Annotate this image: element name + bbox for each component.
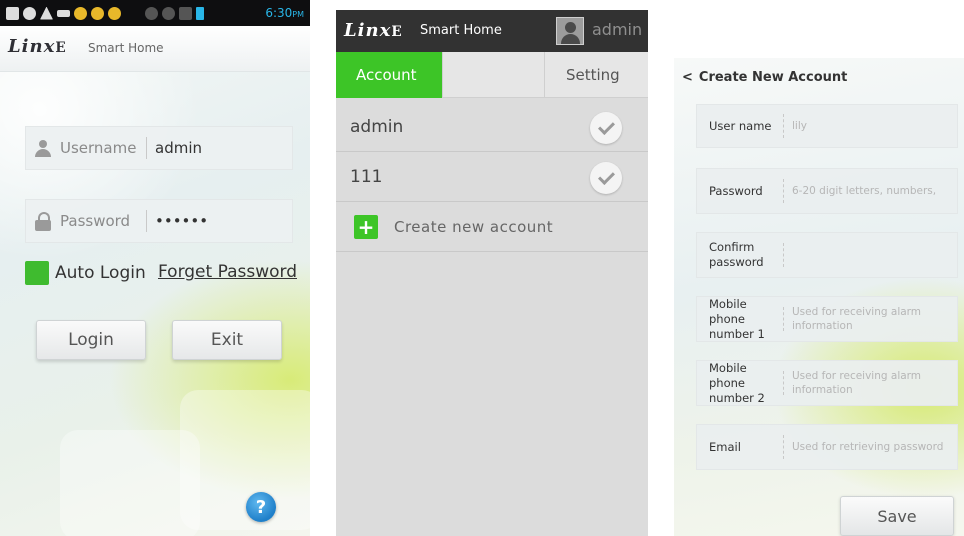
linx-logo: LinxE: [8, 36, 66, 57]
current-user-name: admin: [592, 20, 643, 39]
status-bar: 6:30PM: [0, 0, 310, 26]
user-icon: [26, 138, 60, 158]
exit-button[interactable]: Exit: [172, 320, 282, 360]
username-field[interactable]: User name lily: [696, 104, 958, 148]
field-label: Password: [709, 183, 763, 198]
app-name: Smart Home: [88, 41, 164, 55]
login-screen: 6:30PM LinxE Smart Home Username admin P…: [0, 0, 310, 536]
login-button[interactable]: Login: [36, 320, 146, 360]
signal-icon: [179, 6, 192, 20]
username-label: Username: [60, 139, 137, 157]
field-label: User name: [709, 118, 772, 133]
confirm-password-field[interactable]: Confirm password: [696, 232, 958, 278]
field-label: Mobile phone number 1: [709, 296, 765, 341]
checkmark-icon[interactable]: [590, 112, 622, 144]
wifi-icon: [162, 6, 175, 20]
forget-password-link[interactable]: Forget Password: [158, 262, 297, 282]
username-field[interactable]: Username admin: [25, 126, 293, 170]
email-field[interactable]: Email Used for retrieving password: [696, 424, 958, 470]
tab-account[interactable]: Account: [336, 52, 442, 98]
account-name: admin: [350, 116, 404, 137]
plus-icon: +: [354, 214, 378, 239]
tab-setting[interactable]: Setting: [566, 52, 620, 98]
password-input[interactable]: ••••••: [155, 212, 208, 230]
avatar[interactable]: [556, 17, 584, 45]
field-label: Mobile phone number 2: [709, 360, 765, 405]
back-button[interactable]: < Create New Account: [682, 70, 847, 85]
mobile-phone-2-input[interactable]: Used for receiving alarm information: [792, 369, 952, 397]
tab-bar: Account Setting: [336, 52, 648, 98]
account-screen: LinxE Smart Home admin Account Setting a…: [336, 10, 648, 536]
app-header: LinxE Smart Home admin: [336, 10, 648, 52]
app-name: Smart Home: [420, 23, 502, 38]
create-new-account-button[interactable]: + Create new account: [336, 202, 648, 252]
status-time: 6:30PM: [265, 6, 304, 20]
create-account-screen: < Create New Account User name lily Passw…: [674, 58, 964, 536]
create-account-label: Create new account: [394, 217, 554, 236]
auto-login-checkbox[interactable]: [25, 261, 49, 285]
app-notification-icon: [91, 6, 104, 20]
checkmark-icon[interactable]: [590, 162, 622, 194]
field-label: Confirm password: [709, 240, 764, 269]
help-icon[interactable]: ?: [246, 492, 276, 522]
mobile-phone-1-field[interactable]: Mobile phone number 1 Used for receiving…: [696, 296, 958, 342]
title-bar: LinxE Smart Home: [0, 26, 310, 72]
lock-icon: [26, 211, 60, 231]
save-button[interactable]: Save: [840, 496, 954, 536]
email-input[interactable]: Used for retrieving password: [792, 440, 943, 454]
username-input[interactable]: lily: [792, 119, 807, 133]
list-item[interactable]: admin: [336, 102, 648, 152]
password-input[interactable]: 6-20 digit letters, numbers,: [792, 184, 936, 198]
background-decoration: [60, 430, 200, 536]
screenshot-collage: 6:30PM LinxE Smart Home Username admin P…: [0, 0, 964, 536]
page-title: Create New Account: [698, 70, 848, 85]
auto-login-toggle[interactable]: Auto Login: [25, 261, 146, 285]
notification-icon: [6, 6, 19, 20]
username-input[interactable]: admin: [155, 139, 202, 157]
mobile-phone-2-field[interactable]: Mobile phone number 2 Used for receiving…: [696, 360, 958, 406]
list-item[interactable]: 111: [336, 152, 648, 202]
password-field[interactable]: Password 6-20 digit letters, numbers,: [696, 168, 958, 214]
voicemail-icon: [57, 9, 70, 17]
warning-icon: [40, 6, 53, 20]
auto-login-label: Auto Login: [55, 263, 146, 283]
password-label: Password: [60, 212, 131, 230]
app-notification-icon: [108, 6, 121, 20]
battery-icon: [196, 6, 204, 20]
no-signal-icon: [145, 6, 158, 20]
back-arrow-icon: <: [682, 70, 693, 85]
linx-logo: LinxE: [344, 20, 402, 41]
field-label: Email: [709, 439, 741, 454]
sync-icon: [23, 6, 36, 20]
mobile-phone-1-input[interactable]: Used for receiving alarm information: [792, 305, 952, 333]
app-notification-icon: [74, 6, 87, 20]
account-name: 111: [350, 166, 383, 187]
password-field[interactable]: Password ••••••: [25, 199, 293, 243]
